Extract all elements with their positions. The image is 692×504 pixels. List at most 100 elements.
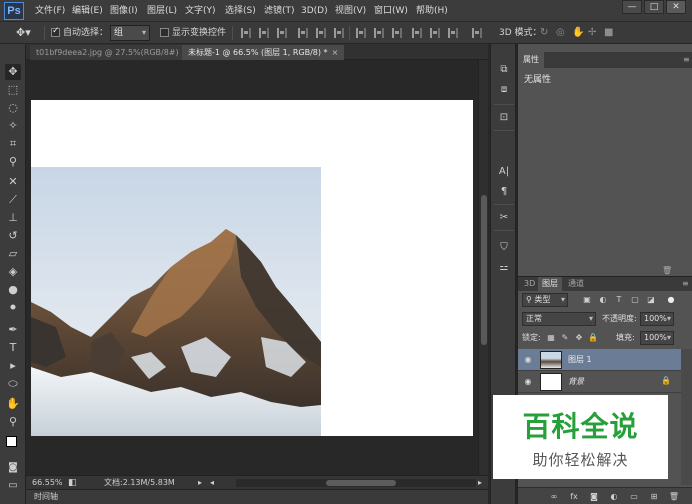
status-info-icon[interactable]: ◧ (68, 476, 77, 490)
3d-pan-icon[interactable]: ✋ (572, 25, 584, 41)
menu-image[interactable]: 图像(I) (110, 4, 138, 18)
ellipse-tool-icon[interactable]: ⬭ (5, 376, 21, 392)
align-vcenter-icon[interactable] (259, 28, 269, 38)
tab-document-1[interactable]: t01bf9deea2.jpg @ 27.5%(RGB/8#)× (30, 45, 196, 60)
lock-position-icon[interactable]: ✥ (574, 333, 584, 343)
3d-roll-icon[interactable]: ◎ (556, 25, 565, 41)
tool-presets-icon[interactable]: ✂ (496, 210, 512, 226)
paragraph-panel-icon[interactable]: ¶ (496, 184, 512, 200)
new-layer-icon[interactable]: ⊞ (648, 491, 660, 503)
clone-stamp-tool-icon[interactable]: ⊥ (5, 210, 21, 226)
visibility-eye-icon[interactable]: ◉ (523, 377, 533, 387)
filter-toggle-icon[interactable]: ● (666, 295, 676, 305)
panel-menu-icon[interactable]: ≡ (678, 277, 692, 291)
scroll-thumb[interactable] (326, 480, 396, 486)
filter-smart-icon[interactable]: ◪ (646, 295, 656, 305)
move-tool-icon[interactable]: ✥▾ (16, 25, 31, 41)
crop-tool-icon[interactable]: ⌗ (5, 136, 21, 152)
menu-type[interactable]: 文字(Y) (185, 4, 216, 18)
layer-row-layer1[interactable]: ◉ 图层 1 (518, 349, 681, 371)
status-menu-arrow-icon[interactable]: ▸ (198, 476, 202, 490)
delete-layer-icon[interactable]: 🗑 (668, 491, 680, 503)
panel-menu-icon[interactable]: ≡ (678, 52, 692, 68)
layer-style-icon[interactable]: fx (568, 491, 580, 503)
zoom-tool-icon[interactable]: ⚲ (5, 414, 21, 430)
vertical-scrollbar[interactable] (478, 60, 488, 475)
menu-window[interactable]: 窗口(W) (374, 4, 408, 18)
distribute-left-icon[interactable] (412, 28, 422, 38)
filter-adjust-icon[interactable]: ◐ (598, 295, 608, 305)
paint-bucket-tool-icon[interactable]: ◈ (5, 264, 21, 280)
lock-pixels-icon[interactable]: ✎ (560, 333, 570, 343)
distribute-right-icon[interactable] (448, 28, 458, 38)
lock-transparent-icon[interactable]: ▦ (546, 333, 556, 343)
fill-input[interactable]: 100% (640, 331, 674, 345)
show-transform-checkbox[interactable] (160, 28, 169, 37)
distribute-hcenter-icon[interactable] (430, 28, 440, 38)
scroll-thumb[interactable] (481, 195, 487, 345)
blend-mode-dropdown[interactable]: 正常 (522, 312, 596, 326)
actions-panel-icon[interactable]: ⧈ (496, 82, 512, 98)
scroll-right-arrow-icon[interactable]: ▸ (478, 476, 482, 490)
menu-layer[interactable]: 图层(L) (147, 4, 177, 18)
new-group-icon[interactable]: ▭ (628, 491, 640, 503)
align-hcenter-icon[interactable] (316, 28, 326, 38)
minimize-button[interactable]: — (622, 0, 642, 14)
healing-brush-tool-icon[interactable]: ✕ (5, 174, 21, 190)
move-tool-icon[interactable]: ✥ (5, 64, 21, 80)
lock-all-icon[interactable]: 🔒 (588, 333, 598, 343)
filter-pixel-icon[interactable]: ▣ (582, 295, 592, 305)
canvas-area[interactable] (26, 60, 478, 475)
history-panel-icon[interactable]: ⧉ (496, 62, 512, 78)
blur-tool-icon[interactable]: ● (5, 282, 21, 298)
menu-filter[interactable]: 滤镜(T) (264, 4, 295, 18)
info-panel-icon[interactable]: ⊡ (496, 110, 512, 126)
document-canvas[interactable] (31, 100, 473, 436)
magic-wand-tool-icon[interactable]: ✧ (5, 118, 21, 134)
filter-shape-icon[interactable]: ▢ (630, 295, 640, 305)
auto-select-checkbox[interactable] (51, 26, 60, 37)
character-panel-icon[interactable]: A| (496, 164, 512, 180)
menu-file[interactable]: 文件(F) (35, 4, 65, 18)
tab-layers[interactable]: 图层 (538, 277, 562, 291)
align-right-icon[interactable] (334, 28, 344, 38)
3d-scale-icon[interactable]: ■ (604, 25, 613, 41)
align-left-icon[interactable] (298, 28, 308, 38)
add-mask-icon[interactable]: ◙ (588, 491, 600, 503)
distribute-vcenter-icon[interactable] (374, 28, 384, 38)
filter-type-icon[interactable]: T (614, 295, 624, 305)
maximize-button[interactable]: □ (644, 0, 664, 14)
3d-slide-icon[interactable]: ✢ (588, 25, 596, 41)
layer-filter-dropdown[interactable]: ⚲ 类型 (522, 293, 568, 307)
hand-tool-icon[interactable]: ✋ (5, 396, 21, 412)
tab-3d[interactable]: 3D (520, 277, 539, 291)
close-tab-icon[interactable]: × (332, 48, 339, 57)
tab-properties[interactable]: 属性 (518, 52, 544, 68)
menu-edit[interactable]: 编辑(E) (72, 4, 103, 18)
align-top-icon[interactable] (241, 28, 251, 38)
lasso-tool-icon[interactable]: ◌ (5, 100, 21, 116)
distribute-bottom-icon[interactable] (392, 28, 402, 38)
pen-tool-icon[interactable]: ✒ (5, 322, 21, 338)
type-tool-icon[interactable]: T (5, 340, 21, 356)
history-brush-tool-icon[interactable]: ↺ (5, 228, 21, 244)
layer-row-background[interactable]: ◉ 背景 🔒 (518, 371, 681, 393)
mountain-photo-layer[interactable] (31, 167, 321, 436)
dodge-tool-icon[interactable]: ⚫ (5, 300, 21, 316)
horizontal-scrollbar[interactable] (236, 479, 476, 487)
link-layers-icon[interactable]: ∞ (548, 491, 560, 503)
eraser-tool-icon[interactable]: ▱ (5, 246, 21, 262)
marquee-tool-icon[interactable]: ⬚ (5, 82, 21, 98)
scroll-left-arrow-icon[interactable]: ◂ (210, 476, 214, 490)
path-selection-tool-icon[interactable]: ▸ (5, 358, 21, 374)
menu-view[interactable]: 视图(V) (335, 4, 366, 18)
foreground-color-swatch[interactable] (6, 436, 17, 447)
layers-scrollbar[interactable] (681, 349, 692, 485)
zoom-level[interactable]: 66.55% (32, 476, 63, 490)
align-bottom-icon[interactable] (277, 28, 287, 38)
menu-3d[interactable]: 3D(D) (301, 4, 328, 18)
quick-mask-icon[interactable]: ◙ (5, 460, 21, 476)
3d-rotate-icon[interactable]: ↻ (540, 25, 548, 41)
tab-channels[interactable]: 通道 (564, 277, 588, 291)
menu-select[interactable]: 选择(S) (225, 4, 256, 18)
